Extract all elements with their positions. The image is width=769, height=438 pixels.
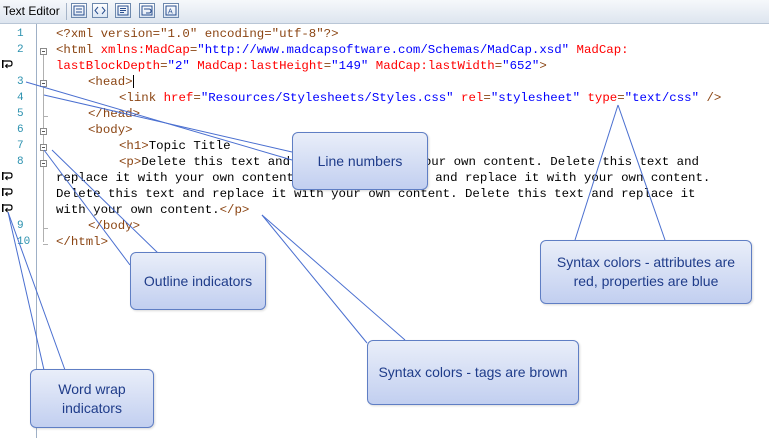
leader-word-wrap — [7, 211, 45, 371]
leader-syntax-tags — [261, 214, 368, 344]
callout-word-wrap-text: indicators — [62, 399, 122, 416]
leader-outline — [43, 149, 131, 266]
callout-syntax-tags-text: Syntax colors - tags are brown — [378, 364, 568, 380]
callout-word-wrap-text: Word wrap — [58, 380, 126, 397]
leader-syntax-tags — [261, 214, 406, 341]
callout-outline-indicators: Outline indicators — [130, 252, 266, 310]
callout-syntax-attributes: Syntax colors - attributes are red, prop… — [540, 240, 752, 304]
callout-syntax-attributes-text: Syntax colors - attributes are — [556, 254, 736, 270]
leader-outline — [51, 149, 161, 256]
leader-syntax-attr — [617, 104, 666, 241]
callout-line-numbers-text: Line numbers — [317, 152, 403, 169]
callout-line-numbers: Line numbers — [292, 132, 428, 190]
callout-syntax-tags: Syntax colors - tags are brown — [367, 340, 579, 405]
callout-word-wrap: Word wrap indicators — [30, 369, 154, 428]
callout-outline-text: Outline indicators — [143, 272, 253, 289]
leader-line-numbers — [43, 94, 293, 153]
callout-syntax-attributes-text: red, properties are blue — [573, 273, 719, 289]
leader-syntax-attr — [574, 104, 619, 241]
leader-word-wrap — [7, 211, 66, 371]
